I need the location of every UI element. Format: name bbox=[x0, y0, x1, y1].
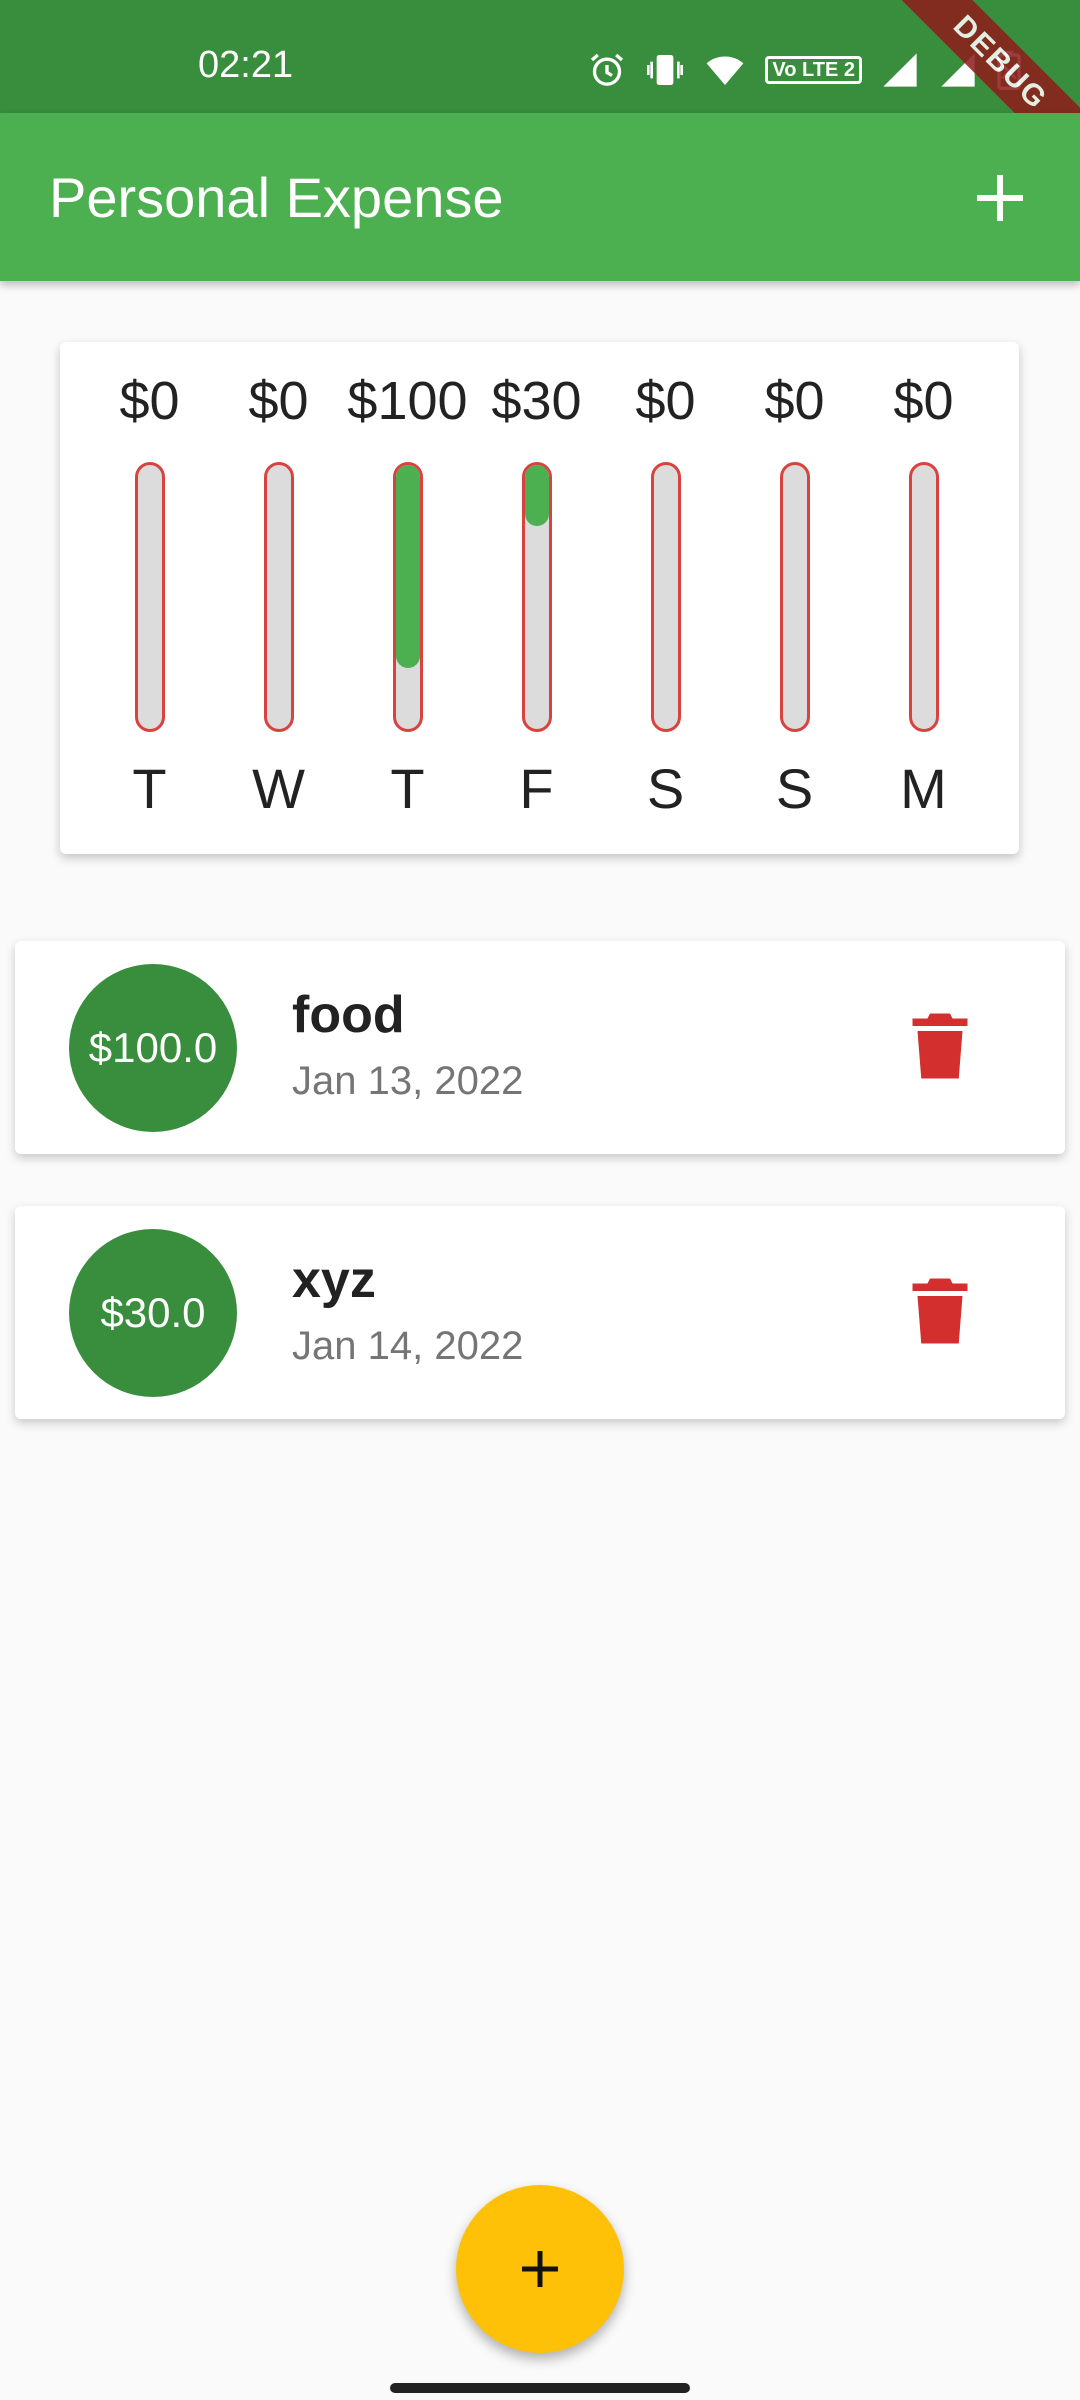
chart-bar-column: $0 S bbox=[730, 342, 859, 854]
vibrate-icon bbox=[647, 55, 684, 85]
plus-icon bbox=[522, 2251, 558, 2287]
bar-amount-label: $0 bbox=[764, 371, 825, 431]
bar-amount-label: $0 bbox=[893, 371, 954, 431]
status-bar: 02:21 Vo LTE 2 DEBUG bbox=[0, 0, 1080, 187]
bar-day-label: S bbox=[646, 757, 685, 820]
bar-track bbox=[392, 462, 423, 732]
bar-track bbox=[521, 462, 552, 732]
bar-track bbox=[134, 462, 165, 732]
amount-avatar: $30.0 bbox=[69, 1229, 237, 1397]
bar-amount-label: $100 bbox=[347, 371, 468, 431]
bar-day-label: S bbox=[775, 757, 814, 820]
app-bar: Personal Expense bbox=[0, 113, 1080, 281]
bar-amount-label: $0 bbox=[119, 371, 180, 431]
bar-track bbox=[650, 462, 681, 732]
amount-avatar: $100.0 bbox=[69, 964, 237, 1132]
bar-day-label: F bbox=[519, 757, 554, 820]
volte-icon: Vo LTE 2 bbox=[765, 56, 862, 84]
bar-fill bbox=[395, 465, 420, 669]
bar-day-label: W bbox=[252, 757, 305, 820]
bar-day-label: T bbox=[132, 757, 167, 820]
transaction-date: Jan 13, 2022 bbox=[292, 1059, 524, 1103]
chart-bar-column: $0 S bbox=[601, 342, 730, 854]
chart-bar-column: $0 W bbox=[214, 342, 343, 854]
transaction-title: xyz bbox=[292, 1251, 376, 1309]
add-transaction-button[interactable] bbox=[960, 158, 1040, 238]
bar-amount-label: $0 bbox=[635, 371, 696, 431]
alarm-icon bbox=[591, 53, 624, 86]
status-time: 02:21 bbox=[198, 44, 294, 86]
chart-bar-column: $0 T bbox=[85, 342, 214, 854]
trash-icon[interactable] bbox=[910, 1011, 970, 1081]
wifi-icon bbox=[707, 56, 744, 85]
bar-track bbox=[779, 462, 810, 732]
bar-track bbox=[263, 462, 294, 732]
bar-amount-label: $30 bbox=[491, 371, 582, 431]
signal-r-icon bbox=[883, 53, 917, 87]
bar-day-label: T bbox=[390, 757, 425, 820]
trash-icon[interactable] bbox=[910, 1276, 970, 1346]
weekly-chart: $0 T $0 W $100 T $30 F $0 S $0 S $0 M bbox=[60, 342, 1019, 854]
bar-amount-label: $0 bbox=[248, 371, 309, 431]
chart-bar-column: $100 T bbox=[343, 342, 472, 854]
app-title: Personal Expense bbox=[49, 166, 504, 229]
transaction-card: $100.0 food Jan 13, 2022 bbox=[15, 941, 1065, 1154]
add-fab-button[interactable] bbox=[456, 2185, 624, 2353]
home-indicator bbox=[390, 2383, 690, 2393]
bar-day-label: M bbox=[900, 757, 947, 820]
plus-icon bbox=[977, 175, 1023, 221]
chart-bar-column: $0 M bbox=[859, 342, 988, 854]
bar-track bbox=[908, 462, 939, 732]
transaction-date: Jan 14, 2022 bbox=[292, 1324, 524, 1368]
transaction-title: food bbox=[292, 986, 405, 1044]
chart-bar-column: $30 F bbox=[472, 342, 601, 854]
transaction-card: $30.0 xyz Jan 14, 2022 bbox=[15, 1206, 1065, 1419]
bar-fill bbox=[524, 465, 549, 526]
